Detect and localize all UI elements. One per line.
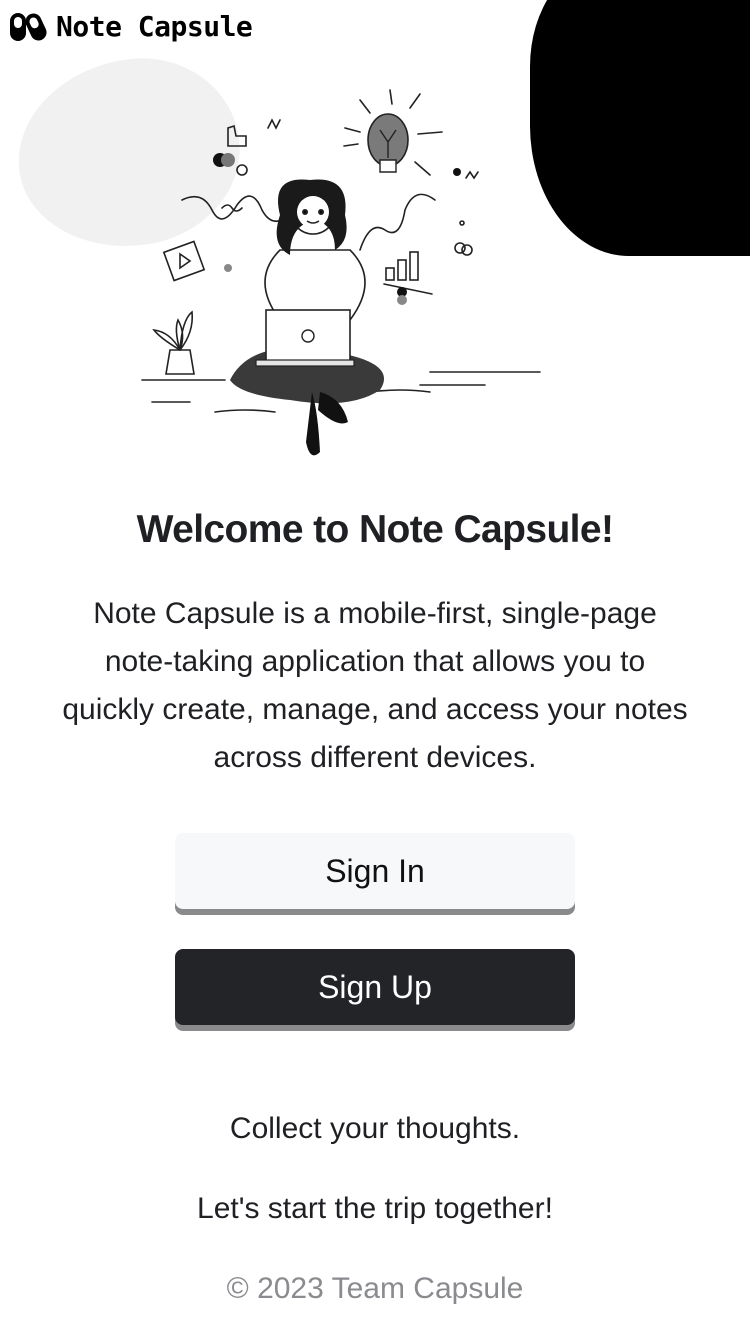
- welcome-description: Note Capsule is a mobile-first, single-p…: [62, 597, 688, 774]
- welcome-title: Welcome to Note Capsule!: [136, 508, 614, 551]
- footer-copyright: © 2023 Team Capsule: [226, 1272, 524, 1305]
- brand-header[interactable]: Note Capsule: [8, 10, 253, 43]
- sign-up-button[interactable]: Sign Up: [175, 949, 575, 1025]
- tagline-collect-thoughts: Collect your thoughts.: [229, 1112, 521, 1145]
- brand-name: Note Capsule: [56, 10, 253, 43]
- tagline-start-trip: Let's start the trip together!: [197, 1192, 553, 1225]
- woman-with-laptop-illustration: [141, 89, 541, 456]
- sign-in-button[interactable]: Sign In: [175, 833, 575, 909]
- capsule-logo-icon: [10, 12, 47, 41]
- decorative-black-blob: [530, 0, 750, 256]
- welcome-page: Note Capsule Welcome to Note Capsule! No…: [0, 0, 750, 1344]
